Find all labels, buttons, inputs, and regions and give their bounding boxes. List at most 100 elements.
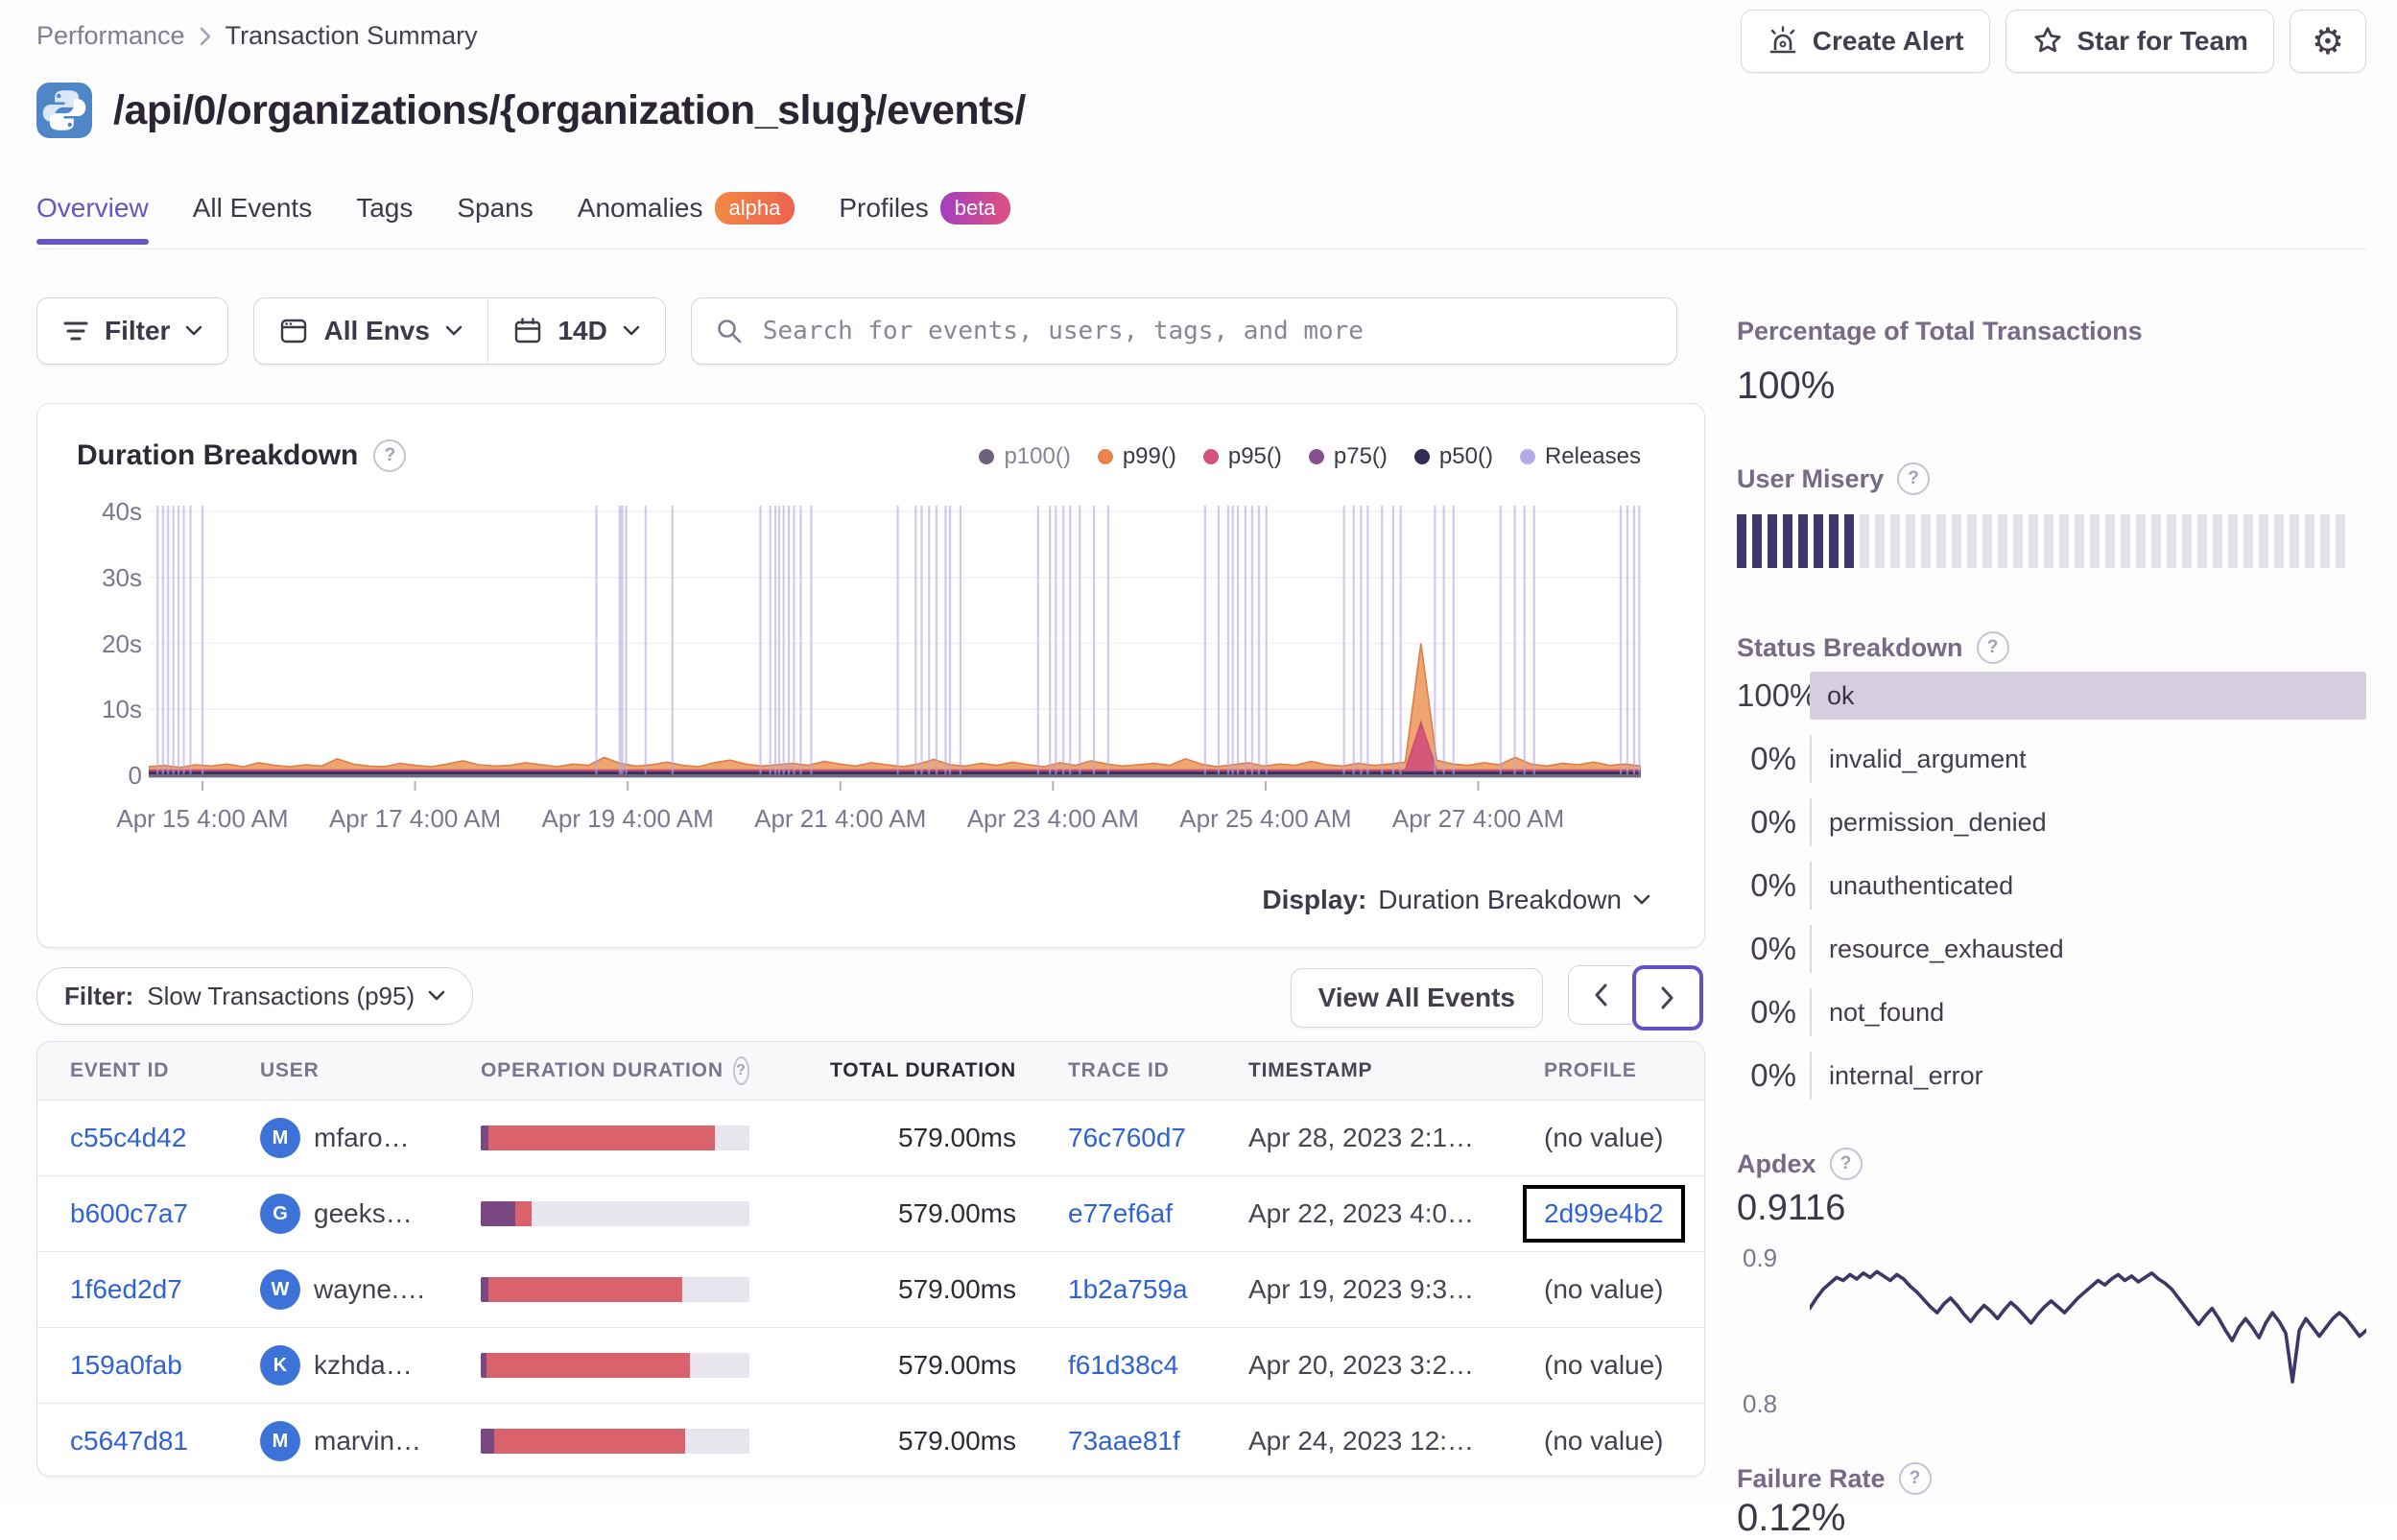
chart-legend: p100() p99() p95() p75() p50() Releases (979, 443, 1641, 470)
display-selector[interactable]: Display: Duration Breakdown (1262, 885, 1650, 915)
settings-button[interactable]: ⚙ (2289, 10, 2366, 73)
legend-label: p50() (1438, 443, 1493, 469)
tab-profiles[interactable]: Profiles beta (839, 192, 1010, 246)
calendar-icon (515, 318, 541, 344)
display-value: Duration Breakdown (1378, 885, 1622, 914)
legend-item-p100[interactable]: p100() (979, 443, 1071, 470)
profile-link[interactable]: 2d99e4b2 (1544, 1198, 1664, 1228)
events-filter-dropdown[interactable]: Filter: Slow Transactions (p95) (36, 967, 474, 1025)
trace-id-link[interactable]: 1b2a759a (1068, 1274, 1188, 1305)
status-name: unauthenticated (1810, 862, 2366, 910)
legend-label: p100() (1004, 443, 1071, 469)
op-span-db (488, 1125, 715, 1150)
display-label: Display: (1262, 885, 1367, 914)
x-tick-label: Apr 27 4:00 AM (1391, 804, 1565, 833)
table-row: 159a0fab Kkzhda… 579.00ms f61d38c4 Apr 20, 2… (37, 1327, 1704, 1403)
status-name: resource_exhausted (1810, 925, 2366, 973)
search-input[interactable] (760, 316, 1653, 346)
column-header-event-id[interactable]: EVENT ID (70, 1042, 169, 1100)
events-filter-value: Slow Transactions (p95) (147, 981, 415, 1010)
tab-overview[interactable]: Overview (36, 193, 149, 246)
legend-item-Releases[interactable]: Releases (1519, 443, 1641, 470)
status-row-ok: 100% ok (1737, 672, 2366, 720)
column-header-label: TIMESTAMP (1248, 1059, 1373, 1081)
pagination (1568, 965, 1703, 1031)
user-name: wayne.… (314, 1274, 426, 1304)
event-id-cell: 159a0fab (70, 1328, 182, 1403)
misery-tick (2259, 514, 2268, 568)
misery-tick (1752, 514, 1762, 568)
trace-id-link[interactable]: 76c760d7 (1068, 1123, 1186, 1153)
op-span-other (481, 1201, 516, 1226)
user-misery-label: User Misery ? (1737, 462, 1931, 495)
tab-badge-alpha: alpha (714, 192, 795, 225)
tab-all-events[interactable]: All Events (193, 193, 313, 245)
column-header-user[interactable]: USER (260, 1042, 320, 1100)
legend-dot (1413, 449, 1430, 464)
tab-spans[interactable]: Spans (457, 193, 533, 245)
misery-tick (1737, 514, 1746, 568)
status-row-permission_denied: 0% permission_denied (1737, 798, 2366, 846)
next-page-button[interactable] (1632, 965, 1703, 1031)
star-icon (2033, 27, 2061, 53)
event-id-link[interactable]: 159a0fab (70, 1350, 182, 1381)
date-range-selector[interactable]: 14D (488, 298, 664, 364)
legend-item-p75[interactable]: p75() (1308, 443, 1388, 470)
help-icon[interactable]: ? (1897, 462, 1931, 495)
legend-item-p99[interactable]: p99() (1097, 443, 1176, 470)
table-row: c55c4d42 Mmfaro… 579.00ms 76c760d7 Apr 28, 2… (37, 1101, 1704, 1175)
misery-tick (1875, 514, 1885, 568)
help-icon[interactable]: ? (1976, 631, 2009, 664)
misery-tick (2167, 514, 2176, 568)
chevron-down-icon (623, 325, 640, 336)
x-tick-label: Apr 15 4:00 AM (116, 804, 289, 833)
event-id-link[interactable]: c5647d81 (70, 1426, 188, 1457)
x-tick-label: Apr 25 4:00 AM (1179, 804, 1352, 833)
event-id-link[interactable]: c55c4d42 (70, 1123, 186, 1153)
help-icon[interactable]: ? (373, 439, 407, 472)
status-breakdown-list: 100% ok 0% invalid_argument 0% permission_den… (1737, 672, 2366, 1115)
view-all-events-button[interactable]: View All Events (1290, 968, 1543, 1028)
tab-label: Spans (457, 193, 534, 224)
profile-no-value: (no value) (1544, 1426, 1664, 1456)
search-bar[interactable] (690, 297, 1677, 365)
duration-chart-plot[interactable] (149, 504, 1641, 792)
column-header-profile[interactable]: PROFILE (1544, 1042, 1637, 1100)
x-tick-label: Apr 21 4:00 AM (754, 804, 927, 833)
breadcrumb-performance[interactable]: Performance (36, 21, 185, 51)
column-header-total-duration[interactable]: TOTAL DURATION (709, 1042, 1016, 1100)
star-for-team-button[interactable]: Star for Team (2005, 10, 2274, 73)
tab-tags[interactable]: Tags (356, 193, 413, 245)
chevron-down-icon (1633, 894, 1650, 905)
duration-chart-canvas (149, 506, 1641, 791)
legend-item-p95[interactable]: p95() (1202, 443, 1282, 470)
status-name: ok (1810, 672, 2366, 720)
event-id-link[interactable]: b600c7a7 (70, 1198, 188, 1229)
status-row-unauthenticated: 0% unauthenticated (1737, 862, 2366, 910)
filter-button[interactable]: Filter (36, 297, 229, 365)
tab-anomalies[interactable]: Anomalies alpha (578, 192, 795, 246)
column-header-label: OPERATION DURATION (481, 1059, 724, 1081)
help-icon[interactable]: ? (1898, 1462, 1932, 1495)
event-id-link[interactable]: 1f6ed2d7 (70, 1274, 182, 1305)
misery-tick (1829, 514, 1839, 568)
column-header-trace-id[interactable]: TRACE ID (1068, 1042, 1170, 1100)
profile-cell: (no value) (1544, 1328, 1664, 1403)
environment-selector[interactable]: All Envs (254, 298, 487, 364)
search-icon (718, 320, 742, 344)
trace-id-cell: 76c760d7 (1068, 1101, 1186, 1175)
previous-page-button[interactable] (1568, 965, 1632, 1025)
create-alert-button[interactable]: Create Alert (1740, 10, 1990, 73)
trace-id-link[interactable]: 73aae81f (1068, 1426, 1180, 1457)
trace-id-link[interactable]: f61d38c4 (1068, 1350, 1178, 1381)
misery-tick (1906, 514, 1915, 568)
profile-cell: (no value) (1544, 1101, 1664, 1175)
misery-tick (2151, 514, 2161, 568)
legend-item-p50[interactable]: p50() (1413, 443, 1493, 470)
gear-icon: ⚙ (2311, 20, 2344, 62)
help-icon[interactable]: ? (1829, 1148, 1863, 1180)
column-header-timestamp[interactable]: TIMESTAMP (1248, 1042, 1372, 1100)
date-range-label: 14D (558, 316, 607, 345)
trace-id-link[interactable]: e77ef6af (1068, 1198, 1173, 1229)
status-body: resource_exhausted (1810, 925, 2366, 973)
